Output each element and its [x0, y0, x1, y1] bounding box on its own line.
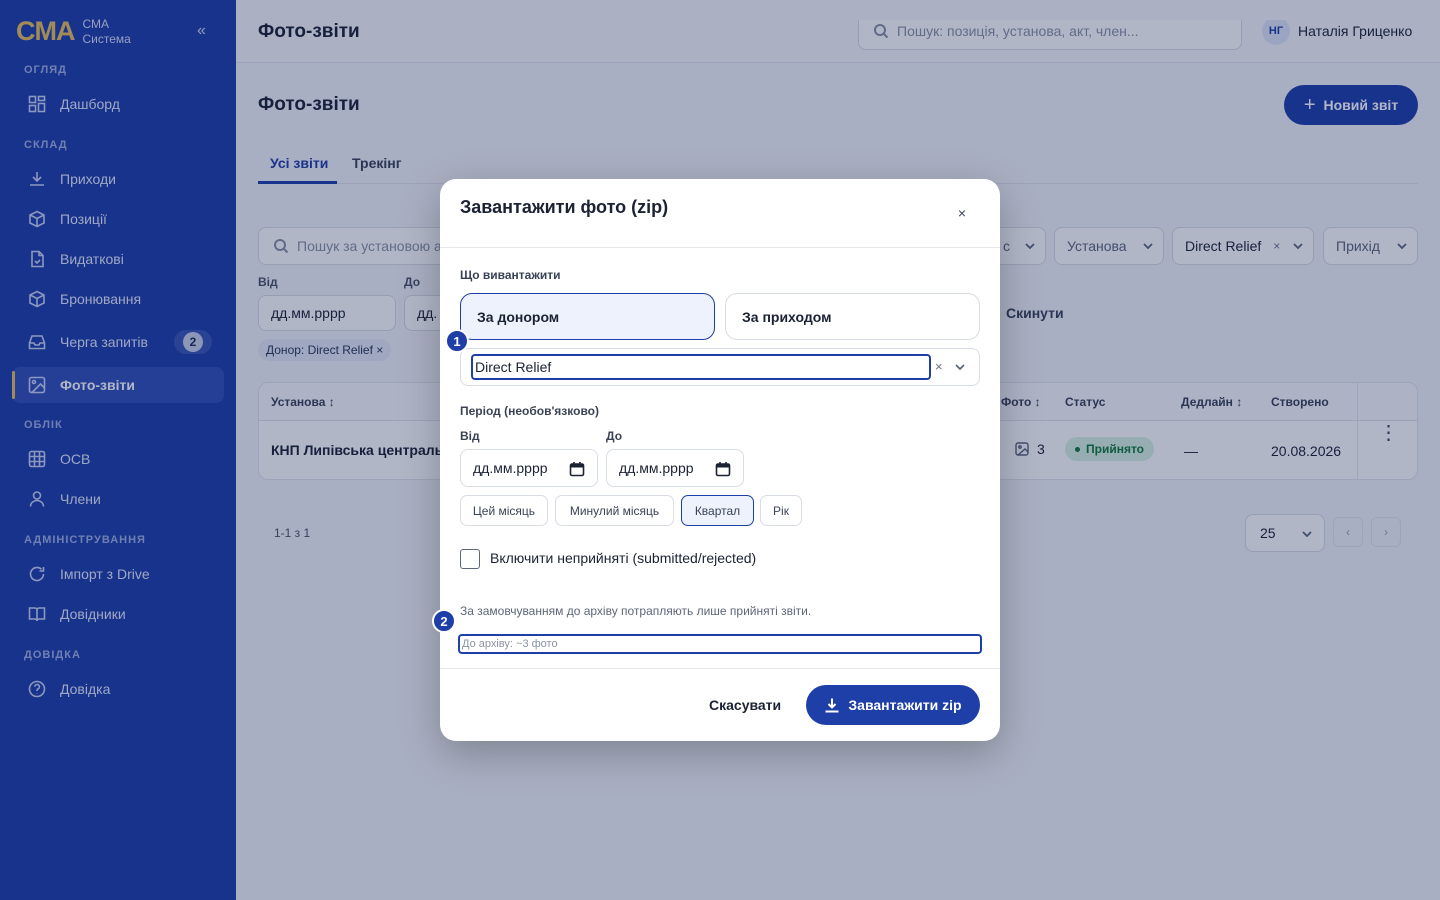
include-unaccepted-checkbox[interactable] — [460, 549, 480, 569]
by-arrival-option[interactable]: За приходом — [725, 293, 980, 340]
period-to-label: До — [606, 429, 623, 443]
clear-donor-icon[interactable]: × — [935, 359, 943, 374]
donor-input[interactable] — [471, 354, 931, 380]
this-month-button[interactable]: Цей місяць — [460, 495, 548, 526]
period-from-date[interactable]: дд.мм.рррр — [460, 449, 598, 487]
cancel-button[interactable]: Скасувати — [709, 697, 781, 713]
include-unaccepted-label[interactable]: Включити неприйняті (submitted/rejected) — [490, 550, 756, 566]
donor-combobox: × — [460, 348, 980, 386]
close-icon[interactable]: × — [952, 203, 972, 223]
chevron-down-icon[interactable] — [955, 362, 965, 372]
step-marker-1: 1 — [445, 329, 469, 353]
year-button[interactable]: Рік — [760, 495, 802, 526]
period-to-placeholder: дд.мм.рррр — [619, 460, 694, 476]
calendar-icon[interactable] — [569, 461, 585, 477]
download-zip-label: Завантажити zip — [848, 697, 962, 713]
step-marker-2: 2 — [432, 609, 456, 633]
quarter-button[interactable]: Квартал — [681, 495, 754, 526]
calendar-icon[interactable] — [715, 461, 731, 477]
modal-title: Завантажити фото (zip) — [460, 197, 669, 217]
period-label: Період (необов'язково) — [460, 404, 599, 418]
download-zip-button[interactable]: Завантажити zip — [806, 685, 980, 725]
archive-count: До архіву: ~3 фото — [458, 634, 982, 654]
download-zip-modal: Завантажити фото (zip) × Що вивантажити … — [440, 179, 1000, 741]
period-to-date[interactable]: дд.мм.рррр — [606, 449, 744, 487]
default-archive-note: За замовчуванням до архіву потрапляють л… — [460, 604, 812, 618]
modal-footer-divider — [440, 668, 1000, 669]
download-icon — [825, 698, 839, 713]
period-from-placeholder: дд.мм.рррр — [473, 460, 548, 476]
period-from-label: Від — [460, 429, 480, 443]
modal-header-divider — [440, 247, 1000, 248]
last-month-button[interactable]: Минулий місяць — [555, 495, 674, 526]
by-donor-option[interactable]: За донором — [460, 293, 715, 340]
export-mode-label: Що вивантажити — [460, 268, 561, 282]
